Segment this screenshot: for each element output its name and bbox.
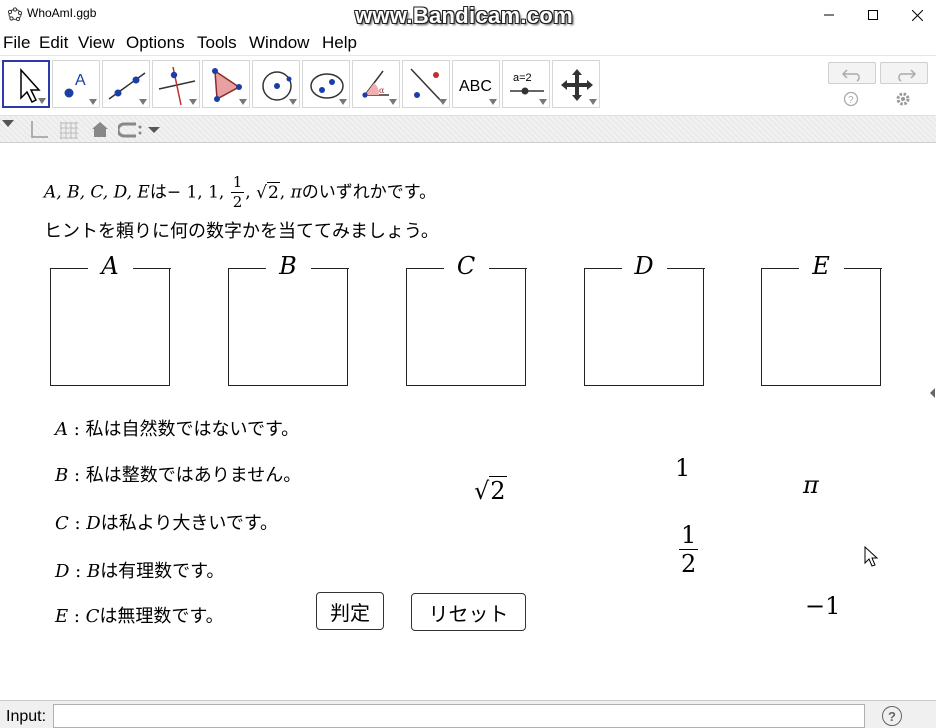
window-title: WhoAmI.ggb bbox=[27, 6, 97, 20]
box-label-d: D bbox=[634, 252, 654, 280]
box-label-a: A bbox=[101, 252, 119, 280]
maximize-icon bbox=[868, 10, 878, 20]
ellipse-tool-button[interactable] bbox=[302, 60, 350, 108]
text-tool-button[interactable]: ABC bbox=[452, 60, 500, 108]
toolbar-help-icon[interactable]: ? bbox=[843, 91, 859, 107]
card-one[interactable]: 1 bbox=[675, 454, 690, 482]
close-icon bbox=[911, 9, 923, 21]
move-graphics-view-button[interactable] bbox=[552, 60, 600, 108]
answer-box-d[interactable]: D bbox=[583, 252, 705, 386]
move-tool-button[interactable] bbox=[2, 60, 50, 108]
minimize-icon bbox=[824, 14, 834, 16]
circle-tool-button[interactable] bbox=[252, 60, 300, 108]
redo-button[interactable] bbox=[880, 62, 928, 84]
menu-edit[interactable]: Edit bbox=[39, 33, 68, 53]
hint-a: A : 私は自然数ではないです。 bbox=[55, 419, 300, 440]
menu-view[interactable]: View bbox=[78, 33, 115, 53]
judge-button[interactable]: 判定 bbox=[316, 592, 384, 630]
intro-numbers: − 1, 1, bbox=[166, 182, 230, 203]
card-sqrt2[interactable]: √2 bbox=[474, 476, 507, 505]
svg-text:A: A bbox=[75, 72, 86, 89]
menu-window[interactable]: Window bbox=[249, 33, 309, 53]
input-field[interactable] bbox=[53, 704, 865, 728]
slider-tool-button[interactable]: a=2 bbox=[502, 60, 550, 108]
hint-c: C : Dは私より大きいです。 bbox=[55, 513, 279, 534]
answer-box-a[interactable]: A bbox=[49, 252, 171, 386]
graphics-view[interactable]: A, B, C, D, Eは− 1, 1, 12, √2, πのいずれかです。 … bbox=[0, 143, 936, 700]
svg-text:ABC: ABC bbox=[459, 78, 492, 95]
settings-gear-icon[interactable] bbox=[895, 91, 911, 107]
maximize-button[interactable] bbox=[850, 0, 896, 30]
intro-pi: π bbox=[290, 182, 302, 203]
menu-help[interactable]: Help bbox=[322, 33, 357, 53]
menu-tools[interactable]: Tools bbox=[197, 33, 237, 53]
angle-tool-button[interactable]: α bbox=[352, 60, 400, 108]
intro-fraction: 12 bbox=[230, 173, 245, 211]
input-bar: Input: ? bbox=[0, 700, 936, 728]
perpendicular-line-tool-button[interactable] bbox=[152, 60, 200, 108]
svg-text:α: α bbox=[379, 86, 385, 95]
home-view-icon[interactable] bbox=[90, 120, 110, 140]
intro-particle: は bbox=[149, 182, 167, 203]
reset-button[interactable]: リセット bbox=[411, 593, 526, 631]
geogebra-app-icon bbox=[7, 7, 23, 22]
svg-text:?: ? bbox=[848, 95, 854, 106]
menu-options[interactable]: Options bbox=[126, 33, 185, 53]
intro-instruction: ヒントを頼りに何の数字かを当ててみましょう。 bbox=[44, 221, 439, 242]
card-minus-one[interactable]: −1 bbox=[805, 592, 840, 620]
answer-box-b[interactable]: B bbox=[227, 252, 349, 386]
graphics-style-bar bbox=[0, 115, 936, 143]
show-axes-icon[interactable] bbox=[28, 120, 50, 140]
intro-statement: A, B, C, D, Eは− 1, 1, 12, √2, πのいずれかです。 bbox=[44, 173, 437, 211]
input-help-icon[interactable]: ? bbox=[882, 706, 902, 726]
title-bar: WhoAmI.ggb www.Bandicam.com bbox=[0, 0, 936, 30]
intro-sqrt: √2 bbox=[256, 181, 280, 203]
answer-box-e[interactable]: E bbox=[760, 252, 882, 386]
reflect-tool-button[interactable] bbox=[402, 60, 450, 108]
box-label-c: C bbox=[456, 252, 476, 280]
polygon-tool-button[interactable] bbox=[202, 60, 250, 108]
menu-bar: File Edit View Options Tools Window Help bbox=[0, 30, 936, 54]
input-label: Input: bbox=[6, 708, 47, 725]
mouse-cursor-icon bbox=[864, 546, 879, 567]
answer-box-c[interactable]: C bbox=[405, 252, 527, 386]
close-button[interactable] bbox=[894, 0, 936, 30]
card-half[interactable]: 12 bbox=[678, 523, 699, 576]
card-pi[interactable]: π bbox=[803, 471, 819, 499]
hint-d: D : Bは有理数です。 bbox=[55, 561, 225, 582]
menu-file[interactable]: File bbox=[3, 33, 30, 53]
undo-icon bbox=[841, 69, 860, 82]
stylebar-toggle-icon[interactable] bbox=[2, 120, 16, 130]
recorder-watermark: www.Bandicam.com bbox=[355, 3, 573, 28]
point-tool-button[interactable]: A bbox=[52, 60, 100, 108]
minimize-button[interactable] bbox=[806, 0, 852, 30]
intro-tail: のいずれかです。 bbox=[301, 182, 437, 203]
box-label-b: B bbox=[279, 252, 297, 280]
svg-text:a=2: a=2 bbox=[513, 72, 532, 84]
intro-letters: A, B, C, D, E bbox=[44, 182, 150, 203]
side-panel-arrow-icon[interactable] bbox=[930, 388, 936, 398]
hint-b: B : 私は整数ではありません。 bbox=[55, 465, 302, 486]
show-grid-icon[interactable] bbox=[58, 120, 80, 140]
hint-e: E : Cは無理数です。 bbox=[55, 606, 224, 627]
undo-button[interactable] bbox=[828, 62, 876, 84]
line-tool-button[interactable] bbox=[102, 60, 150, 108]
box-label-e: E bbox=[812, 252, 830, 280]
tool-bar: A α ABC a=2 ? bbox=[0, 55, 936, 115]
redo-icon bbox=[898, 69, 917, 82]
point-capturing-icon[interactable] bbox=[118, 121, 164, 139]
